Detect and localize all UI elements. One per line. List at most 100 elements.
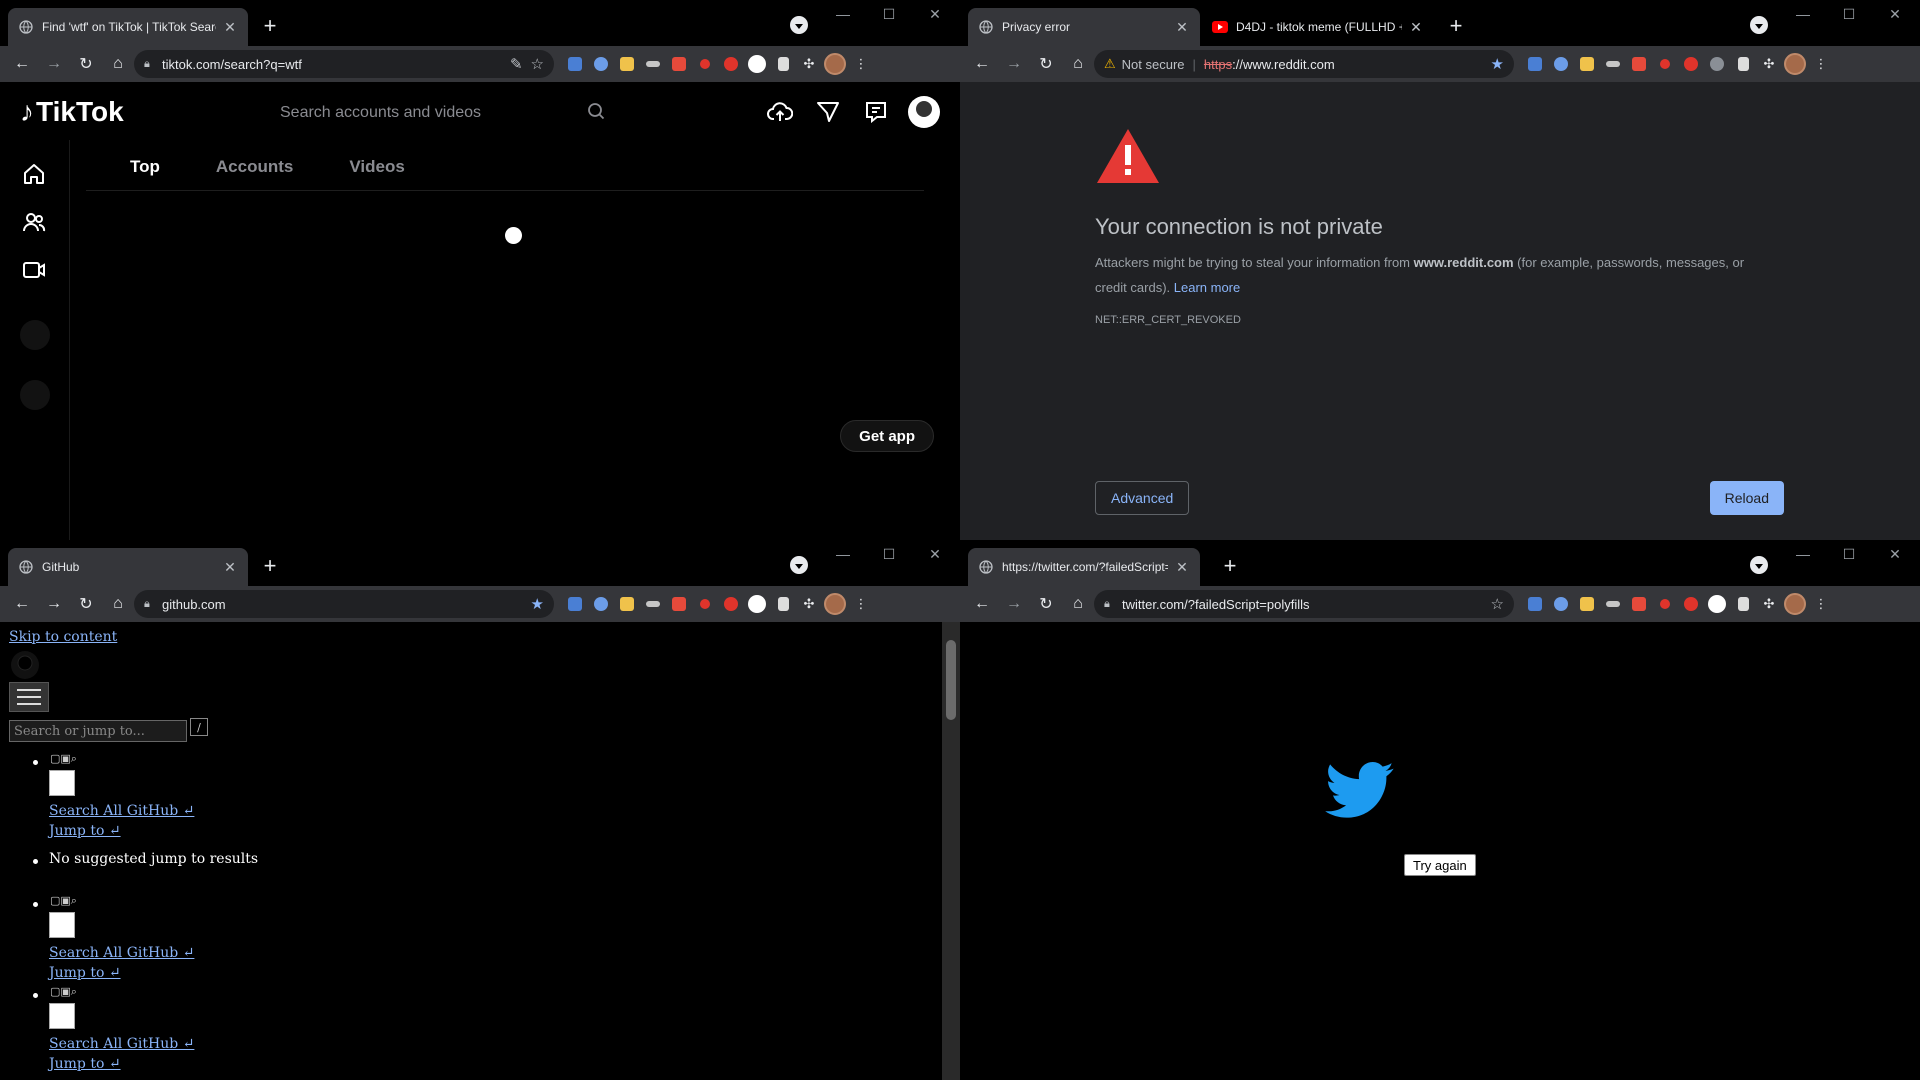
search-all-github-link[interactable]: Search All GitHub ↵: [49, 1036, 194, 1052]
adblock-extension-icon[interactable]: [1678, 51, 1704, 77]
notes-extension-icon[interactable]: [1574, 51, 1600, 77]
record-extension-icon[interactable]: [1652, 51, 1678, 77]
scrollbar-thumb[interactable]: [946, 640, 956, 720]
home-icon[interactable]: ⌂: [102, 50, 134, 78]
reload-icon[interactable]: ↻: [1030, 50, 1062, 78]
tab-github[interactable]: GitHub ✕: [8, 548, 248, 586]
search-extension-icon[interactable]: [1548, 51, 1574, 77]
puzzle-extensions-icon[interactable]: ✣: [796, 51, 822, 77]
try-again-button[interactable]: Try again: [1404, 854, 1476, 876]
record-extension-icon[interactable]: [692, 591, 718, 617]
glasses-extension-icon[interactable]: [640, 51, 666, 77]
profile-avatar[interactable]: [822, 591, 848, 617]
tab-search-button[interactable]: [1750, 556, 1768, 574]
address-bar[interactable]: 🔒︎ tiktok.com/search?q=wtf ✎ ☆: [134, 50, 554, 78]
record-extension-icon[interactable]: [1652, 591, 1678, 617]
tab-tiktok[interactable]: Find 'wtf' on TikTok | TikTok Search ✕: [8, 8, 248, 46]
back-icon[interactable]: ←: [6, 590, 38, 618]
tab-twitter[interactable]: https://twitter.com/?failedScript=polyfi…: [968, 548, 1200, 586]
forward-icon[interactable]: →: [998, 50, 1030, 78]
vertical-scrollbar[interactable]: [942, 622, 960, 1080]
video-extension-icon[interactable]: [666, 51, 692, 77]
user-avatar[interactable]: [908, 96, 940, 128]
new-tab-button[interactable]: +: [1216, 552, 1244, 580]
notes-extension-icon[interactable]: [1574, 591, 1600, 617]
puzzle-extensions-icon[interactable]: ✣: [796, 591, 822, 617]
jump-to-link[interactable]: Jump to ↵: [49, 823, 121, 839]
skip-to-content-link[interactable]: Skip to content: [9, 629, 117, 645]
profile-avatar[interactable]: [822, 51, 848, 77]
adblock-extension-icon[interactable]: [1678, 591, 1704, 617]
page-extension-icon[interactable]: [770, 591, 796, 617]
close-tab-icon[interactable]: ✕: [222, 19, 238, 36]
tab-videos[interactable]: Videos: [349, 157, 404, 177]
notes-extension-icon[interactable]: [614, 591, 640, 617]
bookmark-star-icon[interactable]: ☆: [1491, 595, 1504, 613]
maximize-icon[interactable]: ☐: [1826, 546, 1872, 563]
reload-icon[interactable]: ↻: [70, 590, 102, 618]
bookmark-star-icon[interactable]: ☆: [531, 55, 544, 73]
edit-icon[interactable]: ✎: [510, 55, 523, 73]
tab-privacy-error[interactable]: Privacy error ✕: [968, 8, 1200, 46]
get-app-button[interactable]: Get app: [840, 420, 934, 452]
reload-icon[interactable]: ↻: [1030, 590, 1062, 618]
address-bar[interactable]: 🔒︎ github.com ★: [134, 590, 554, 618]
notes-extension-icon[interactable]: [614, 51, 640, 77]
home-icon[interactable]: ⌂: [1062, 50, 1094, 78]
close-window-icon[interactable]: ✕: [1872, 6, 1918, 23]
minimize-icon[interactable]: —: [1780, 6, 1826, 23]
vpn-extension-icon[interactable]: [1704, 51, 1730, 77]
following-users-icon[interactable]: [20, 208, 48, 236]
close-tab-icon[interactable]: ✕: [1408, 19, 1424, 36]
video-extension-icon[interactable]: [1626, 591, 1652, 617]
forward-icon[interactable]: →: [38, 590, 70, 618]
address-bar[interactable]: ⚠ Not secure | https ://www.reddit.com ★: [1094, 50, 1514, 78]
close-tab-icon[interactable]: ✕: [222, 559, 238, 576]
search-icon[interactable]: [587, 102, 605, 125]
glasses-extension-icon[interactable]: [1600, 591, 1626, 617]
maximize-icon[interactable]: ☐: [866, 6, 912, 23]
vpn-extension-icon[interactable]: [744, 51, 770, 77]
learn-more-link[interactable]: Learn more: [1174, 280, 1240, 295]
kebab-menu-icon[interactable]: ⋮: [848, 591, 874, 617]
profile-avatar[interactable]: [1782, 51, 1808, 77]
tab-accounts[interactable]: Accounts: [216, 157, 293, 177]
video-extension-icon[interactable]: [1626, 51, 1652, 77]
send-filter-icon[interactable]: [804, 92, 852, 132]
maximize-icon[interactable]: ☐: [1826, 6, 1872, 23]
search-extension-icon[interactable]: [588, 591, 614, 617]
home-icon[interactable]: [20, 160, 48, 188]
minimize-icon[interactable]: —: [1780, 546, 1826, 563]
forward-icon[interactable]: →: [38, 50, 70, 78]
translate-extension-icon[interactable]: [1522, 591, 1548, 617]
tab-search-button[interactable]: [1750, 16, 1768, 34]
close-tab-icon[interactable]: ✕: [1174, 559, 1190, 576]
search-input[interactable]: Search or jump to...: [9, 720, 187, 742]
page-extension-icon[interactable]: [1730, 51, 1756, 77]
reload-button[interactable]: Reload: [1709, 481, 1784, 515]
search-extension-icon[interactable]: [1548, 591, 1574, 617]
puzzle-extensions-icon[interactable]: ✣: [1756, 591, 1782, 617]
tiktok-logo[interactable]: ♪ TikTok: [20, 96, 124, 128]
home-icon[interactable]: ⌂: [102, 590, 134, 618]
upload-cloud-icon[interactable]: [756, 92, 804, 132]
kebab-menu-icon[interactable]: ⋮: [848, 51, 874, 77]
tab-top[interactable]: Top: [130, 157, 160, 177]
bookmark-star-icon[interactable]: ★: [531, 595, 544, 613]
jump-to-link[interactable]: Jump to ↵: [49, 965, 121, 981]
glasses-extension-icon[interactable]: [1600, 51, 1626, 77]
record-extension-icon[interactable]: [692, 51, 718, 77]
advanced-button[interactable]: Advanced: [1095, 481, 1190, 515]
adblock-extension-icon[interactable]: [718, 591, 744, 617]
profile-avatar[interactable]: [1782, 591, 1808, 617]
back-icon[interactable]: ←: [6, 50, 38, 78]
forward-icon[interactable]: →: [998, 590, 1030, 618]
translate-extension-icon[interactable]: [562, 51, 588, 77]
inbox-message-icon[interactable]: [852, 92, 900, 132]
github-logo-icon[interactable]: [10, 650, 40, 684]
back-icon[interactable]: ←: [966, 590, 998, 618]
minimize-icon[interactable]: —: [820, 6, 866, 23]
reload-icon[interactable]: ↻: [70, 50, 102, 78]
address-bar[interactable]: 🔒︎ twitter.com/?failedScript=polyfills ☆: [1094, 590, 1514, 618]
vpn-extension-icon[interactable]: [744, 591, 770, 617]
